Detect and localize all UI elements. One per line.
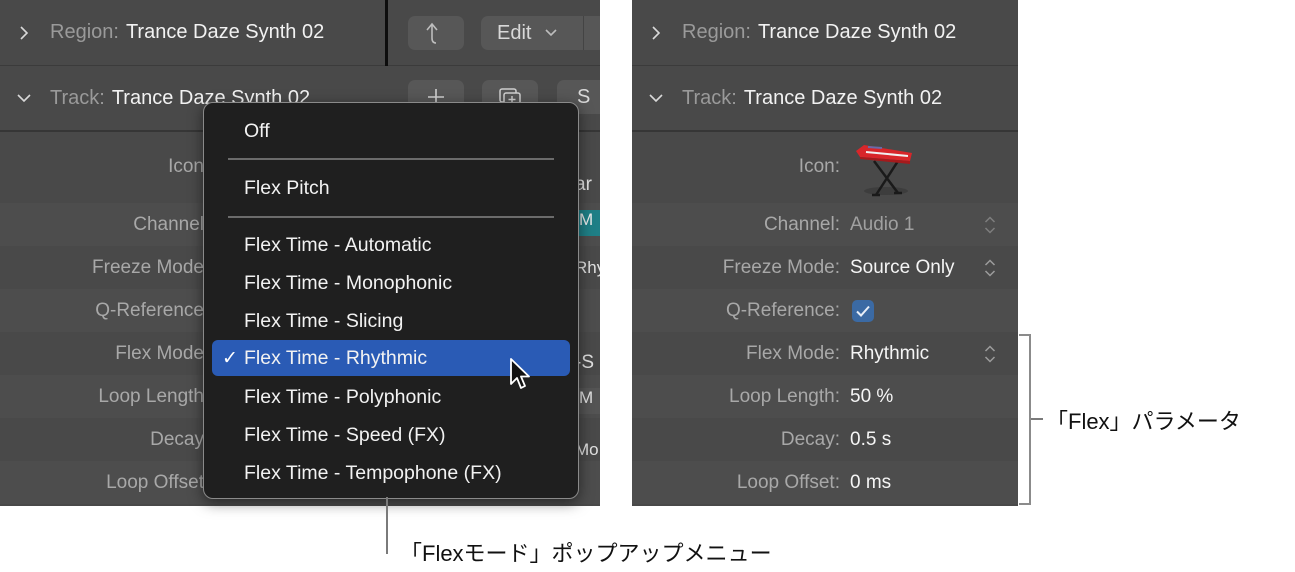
menu-item-label: Flex Time - Monophonic	[244, 271, 453, 294]
flex-mode-value[interactable]: Rhythmic	[850, 343, 929, 365]
keyboard-on-stand-icon[interactable]	[852, 141, 918, 199]
prop-label-freeze-mode: Freeze Mode:	[722, 256, 840, 278]
menu-item-flex-time-slicing[interactable]: Flex Time - Slicing	[212, 303, 570, 339]
track-label: Track:	[682, 86, 737, 109]
track-header[interactable]: Track: Trance Daze Synth 02	[632, 66, 1018, 132]
prop-label-decay: Decay	[150, 428, 204, 450]
pane-divider[interactable]	[385, 0, 388, 66]
checkmark-icon	[856, 305, 870, 317]
prop-row-loop-offset[interactable]: Loop Offset: 0 ms	[632, 461, 1018, 504]
menu-item-flex-pitch[interactable]: Flex Pitch	[212, 170, 570, 206]
chevron-down-icon[interactable]	[648, 90, 664, 106]
prop-label-freeze-mode: Freeze Mode	[92, 256, 204, 278]
prop-label-loop-length: Loop Length	[98, 385, 204, 407]
menu-item-label: Flex Time - Speed (FX)	[244, 423, 446, 446]
freeze-mode-value[interactable]: Source Only	[850, 257, 955, 279]
prop-row-loop-length[interactable]: Loop Length: 50 %	[632, 375, 1018, 418]
region-label: Region:	[50, 21, 119, 43]
flex-mode-popup-menu: Off Flex Pitch Flex Time - Automatic Fle…	[203, 102, 579, 499]
chevron-right-icon[interactable]	[16, 25, 32, 41]
catch-button[interactable]	[408, 16, 464, 50]
prop-label-icon: Icon	[168, 156, 204, 177]
prop-label-icon: Icon:	[798, 156, 840, 177]
track-properties: Icon: Channel: Audio 1 Freeze Mode: Sour…	[632, 133, 1018, 504]
prop-label-q-reference: Q-Reference:	[725, 299, 840, 321]
prop-label-flex-mode: Flex Mode:	[746, 342, 840, 364]
menu-item-flex-time-speed[interactable]: Flex Time - Speed (FX)	[212, 417, 570, 453]
region-name: Trance Daze Synth 02	[125, 21, 325, 43]
prop-label-flex-mode: Flex Mode	[115, 342, 204, 364]
flex-mode-popup-leader	[386, 497, 388, 554]
chevron-right-icon[interactable]	[648, 25, 664, 41]
prop-label-q-reference: Q-Reference	[95, 299, 204, 321]
region-label: Region:	[682, 21, 751, 43]
menu-separator	[228, 158, 554, 160]
catch-arrow-icon	[426, 22, 438, 44]
prop-label-decay: Decay:	[780, 428, 840, 450]
menu-item-label: Flex Time - Automatic	[244, 233, 432, 256]
up-down-chevron-icon[interactable]	[984, 215, 996, 235]
channel-value[interactable]: Audio 1	[850, 214, 914, 236]
loop-length-value[interactable]: 50 %	[850, 386, 893, 408]
prop-row-icon: Icon:	[632, 133, 1018, 203]
region-header[interactable]: Region: Trance Daze Synth 02	[632, 0, 1018, 66]
menu-item-flex-time-monophonic[interactable]: Flex Time - Monophonic	[212, 265, 570, 301]
prop-label-loop-offset: Loop Offset	[106, 471, 204, 493]
edit-menu-button[interactable]: Edit	[481, 16, 600, 50]
prop-row-flex-mode[interactable]: Flex Mode: Rhythmic	[632, 332, 1018, 375]
loop-offset-value[interactable]: 0 ms	[850, 472, 891, 494]
region-name: Trance Daze Synth 02	[757, 21, 957, 43]
menu-item-label: Flex Time - Rhythmic	[244, 346, 428, 369]
track-label: Track:	[50, 86, 105, 109]
flex-params-leader	[1031, 418, 1043, 420]
checkmark-icon: ✓	[222, 347, 238, 369]
menu-item-label: Flex Time - Polyphonic	[244, 385, 442, 408]
menu-item-label: Flex Time - Tempophone (FX)	[244, 461, 502, 484]
menu-item-label: Off	[244, 119, 270, 142]
menu-item-flex-time-tempophone[interactable]: Flex Time - Tempophone (FX)	[212, 455, 570, 491]
menu-item-flex-time-automatic[interactable]: Flex Time - Automatic	[212, 227, 570, 263]
menu-item-label: Flex Pitch	[244, 176, 330, 199]
prop-label-loop-offset: Loop Offset:	[736, 471, 840, 493]
prop-row-decay[interactable]: Decay: 0.5 s	[632, 418, 1018, 461]
chevron-down-icon[interactable]	[16, 90, 32, 106]
inspector-panel-right: Region: Trance Daze Synth 02 Track: Tran…	[632, 0, 1018, 506]
q-reference-checkbox[interactable]	[852, 299, 874, 322]
edit-label: Edit	[497, 21, 532, 44]
s-label: S	[577, 85, 591, 108]
menu-item-off[interactable]: Off	[212, 113, 570, 149]
prop-row-freeze-mode[interactable]: Freeze Mode: Source Only	[632, 246, 1018, 289]
up-down-chevron-icon[interactable]	[984, 344, 996, 364]
track-name: Trance Daze Synth 02	[743, 86, 943, 109]
mouse-pointer-icon	[510, 358, 530, 389]
menu-item-label: Flex Time - Slicing	[244, 309, 404, 332]
decay-value[interactable]: 0.5 s	[850, 429, 891, 451]
prop-row-q-reference: Q-Reference:	[632, 289, 1018, 332]
up-down-chevron-icon[interactable]	[984, 258, 996, 278]
prop-label-loop-length: Loop Length:	[729, 385, 840, 407]
menu-separator	[228, 216, 554, 218]
flex-params-callout: 「Flex」パラメータ	[1046, 409, 1241, 434]
chevron-down-icon	[545, 29, 558, 37]
prop-label-channel: Channel:	[763, 213, 840, 235]
prop-label-channel: Channel	[133, 213, 204, 235]
flex-mode-popup-callout: 「Flexモード」ポップアップメニュー	[400, 541, 772, 566]
flex-params-bracket	[1019, 334, 1031, 505]
prop-row-channel[interactable]: Channel: Audio 1	[632, 203, 1018, 246]
